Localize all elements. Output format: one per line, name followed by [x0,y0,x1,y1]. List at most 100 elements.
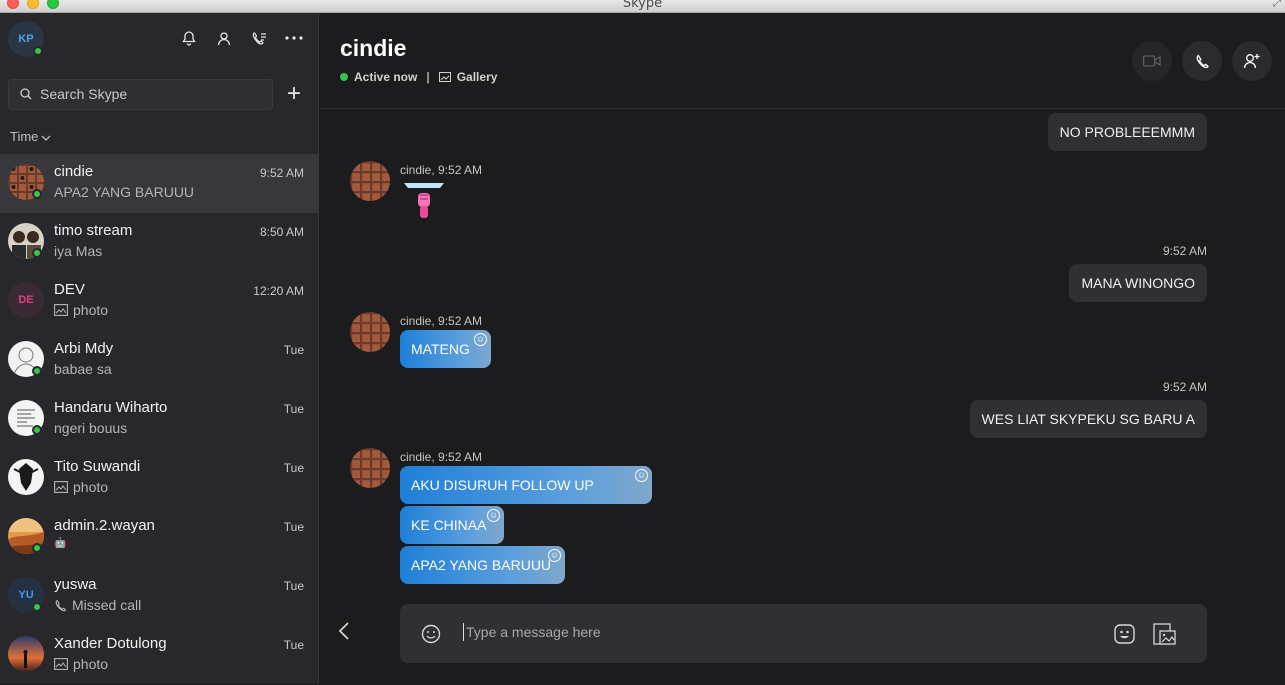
message-incoming[interactable]: AKU DISURUH FOLLOW UP MANEH ☺ [400,466,652,531]
chat-preview-text: 🤖 [54,538,67,549]
chat-item-handaru-wiharto[interactable]: Handaru Wiharto Tue ngeri bouus [0,390,319,449]
message-meta: cindie, 9:52 AM [400,163,483,177]
chat-item-yuswa[interactable]: YU yuswa Tue Missed call [0,567,319,626]
sidebar: KP Search Skype + Time cindie 9:52 AM AP… [0,13,319,684]
chat-item-admin-2-wayan[interactable]: admin.2.wayan Tue 🤖 [0,508,319,567]
my-initials: KP [18,33,34,45]
chat-preview-text: Missed call [72,597,142,613]
chat-time: Tue [283,461,304,475]
chat-item-cindie[interactable]: cindie 9:52 AM APA2 YANG BARUUU [0,154,319,213]
chat-preview: APA2 YANG BARUUU [54,184,194,200]
chat-time: Tue [283,343,304,357]
online-status-dot [32,425,42,435]
message-text: MATENG [411,341,470,357]
image-icon [54,304,68,316]
send-image-icon[interactable] [1153,622,1177,651]
chat-time: 8:50 AM [259,225,304,239]
chat-name: cindie [54,163,94,180]
chat-preview: photo [54,479,108,495]
chat-preview: photo [54,656,108,672]
chat-time: Tue [283,638,304,652]
sort-dropdown[interactable]: Time [10,129,51,144]
online-status-dot [32,543,42,553]
message-meta: cindie, 9:52 AM [400,314,483,328]
active-status: Active now [354,70,418,84]
add-reaction-icon[interactable]: ☺ [548,549,561,562]
audio-call-button[interactable] [1182,41,1222,81]
chat-item-timo-stream[interactable]: timo stream 8:50 AM iya Mas [0,213,319,272]
message-input-placeholder[interactable]: Type a message here [463,623,601,641]
chat-list: cindie 9:52 AM APA2 YANG BARUUU timo str… [0,154,319,685]
add-reaction-icon[interactable]: ☺ [487,509,500,522]
chat-time: 9:52 AM [259,166,304,180]
chat-preview: photo [54,302,108,318]
back-chevron-icon[interactable] [338,621,350,646]
sender-avatar [350,312,390,352]
chat-name: Xander Dotulong [54,635,167,652]
chat-time: 12:20 AM [253,284,304,298]
conversation-header: cindie Active now | Gallery [320,13,1285,109]
new-chat-button[interactable]: + [283,82,305,106]
message-incoming[interactable]: MATENG ☺ [400,330,491,368]
video-camera-icon [1143,55,1161,67]
add-reaction-icon[interactable]: ☺ [474,333,487,346]
avatar [8,459,44,495]
message-outgoing[interactable]: NO PROBLEEEMMM [1047,113,1207,151]
message-text: APA2 YANG BARUUU [411,557,552,573]
chevron-down-icon [41,129,51,144]
chat-time: Tue [283,579,304,593]
message-outgoing[interactable]: MANA WINONGO [1069,264,1207,302]
add-reaction-icon[interactable]: ☺ [635,469,648,482]
search-input[interactable]: Search Skype [8,79,273,110]
online-status-dot [32,366,42,376]
chat-preview-text: photo [73,302,109,318]
gallery-link[interactable]: Gallery [457,70,498,84]
contacts-icon[interactable] [213,27,235,49]
missed-call-icon [55,599,67,611]
chat-name: DEV [54,281,85,298]
chat-item-arbi-mdy[interactable]: Arbi Mdy Tue babae sa [0,331,319,390]
online-status-dot [33,46,43,56]
search-icon [20,88,32,100]
chat-item-tito-suwandi[interactable]: Tito Suwandi Tue photo [0,449,319,508]
chat-item-xander-dotulong[interactable]: Xander Dotulong Tue photo [0,626,319,685]
message-time: 9:52 AM [1162,244,1207,258]
conversation-title[interactable]: cindie [340,35,406,62]
sticker-icon[interactable] [1114,624,1135,649]
image-icon [54,658,68,670]
status-row: Active now | Gallery [340,70,497,84]
more-options-icon[interactable] [283,27,305,49]
add-people-button[interactable] [1232,41,1272,81]
calls-icon[interactable] [248,27,270,49]
chat-preview-text: photo [73,479,109,495]
status-separator: | [426,70,430,84]
emoji-icon[interactable] [421,624,441,649]
message-composer[interactable]: Type a message here [400,604,1207,663]
chat-name: Handaru Wiharto [54,399,168,416]
add-person-icon [1243,54,1260,69]
message-text: KE CHINAA [411,517,487,533]
fist-emoticon[interactable] [403,181,445,225]
title-bar: Skype ⤢ [0,0,1285,13]
chat-name: yuswa [54,576,97,593]
message-incoming[interactable]: KE CHINAA ☺ [400,506,504,544]
online-status-dot [32,248,42,258]
my-avatar[interactable]: KP [8,21,44,57]
chat-preview-text: APA2 YANG BARUUU [54,184,195,200]
message-incoming[interactable]: APA2 YANG BARUUU ☺ [400,546,565,584]
chat-preview-text: iya Mas [54,243,103,259]
notifications-icon[interactable] [178,27,200,49]
message-outgoing[interactable]: WES LIAT SKYPEKU SG BARU A [969,400,1207,438]
chat-preview: iya Mas [54,243,102,259]
online-status-dot [32,189,42,199]
avatar [8,636,44,672]
chat-preview-text: photo [73,656,109,672]
avatar-initials: YU [18,589,34,601]
avatar: DE [8,282,44,318]
fullscreen-icon[interactable]: ⤢ [1273,0,1281,9]
video-call-button[interactable] [1132,41,1172,81]
chat-time: Tue [283,520,304,534]
image-icon [54,481,68,493]
chat-item-dev[interactable]: DE DEV 12:20 AM photo [0,272,319,331]
sender-avatar [350,448,390,488]
